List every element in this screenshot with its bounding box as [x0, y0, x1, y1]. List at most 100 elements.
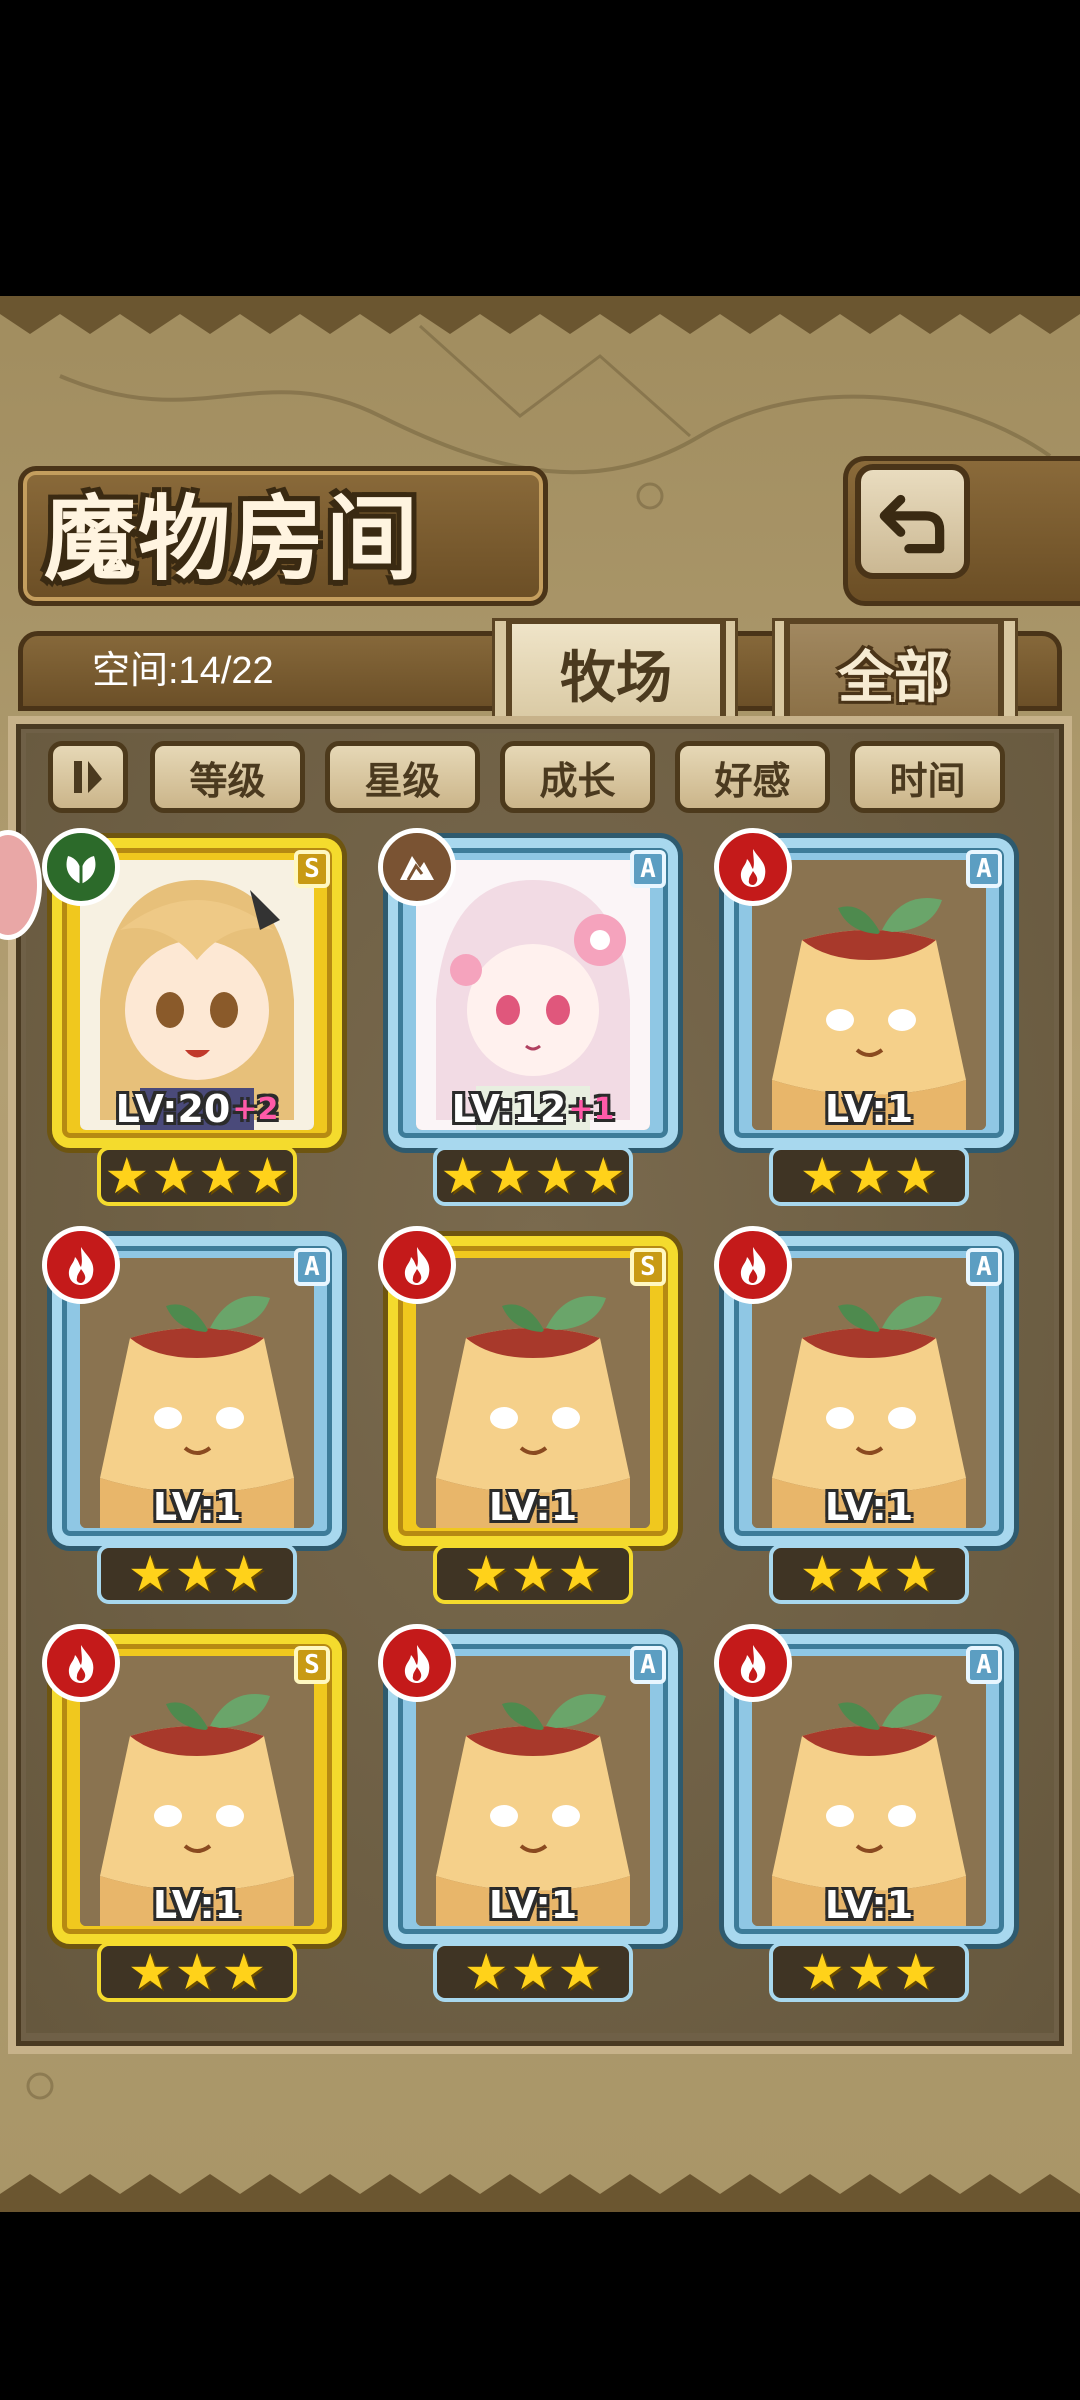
- monster-card[interactable]: A LV: 1 ★ ★ ★: [42, 1226, 352, 1606]
- monster-card[interactable]: S LV: 1 ★ ★ ★: [42, 1624, 352, 2004]
- monster-card[interactable]: A LV: 1 ★ ★ ★: [714, 828, 1024, 1208]
- star-icon: ★: [846, 1147, 892, 1205]
- level-value: 20: [177, 1087, 231, 1131]
- rock-element-icon: [378, 828, 456, 906]
- monster-card[interactable]: A LV: 12 +1 ★ ★ ★ ★: [378, 828, 688, 1208]
- rarity-badge: A: [630, 850, 666, 888]
- star-icon: ★: [221, 1943, 267, 2001]
- level-bonus: +2: [232, 1091, 279, 1127]
- level-value: 1: [550, 1883, 578, 1927]
- space-counter: 空间:14/22: [92, 650, 274, 692]
- star-icon: ★: [893, 1545, 939, 1603]
- level-value: 1: [886, 1485, 914, 1529]
- star-icon: ★: [463, 1943, 509, 2001]
- fire-element-icon: [714, 828, 792, 906]
- star-icon: ★: [104, 1147, 150, 1205]
- star-icon: ★: [127, 1943, 173, 2001]
- monster-card[interactable]: S LV: 1 ★ ★ ★: [378, 1226, 688, 1606]
- level-prefix: LV:: [115, 1087, 178, 1131]
- monster-card[interactable]: A LV: 1 ★ ★ ★: [714, 1624, 1024, 2004]
- star-icon: ★: [557, 1545, 603, 1603]
- sort-toggle-icon: [74, 761, 102, 793]
- rarity-badge: S: [630, 1248, 666, 1286]
- rarity-badge: S: [294, 1646, 330, 1684]
- level-label: LV: 1: [754, 1882, 984, 1928]
- star-icon: ★: [151, 1147, 196, 1205]
- star-icon: ★: [799, 1545, 845, 1603]
- level-prefix: LV:: [824, 1883, 887, 1927]
- star-icon: ★: [487, 1147, 532, 1205]
- level-prefix: LV:: [152, 1485, 215, 1529]
- sort-growth-button[interactable]: 成长: [500, 741, 655, 813]
- fire-element-icon: [378, 1624, 456, 1702]
- leaf-element-icon: [42, 828, 120, 906]
- star-icon: ★: [174, 1545, 220, 1603]
- level-label: LV: 1: [754, 1484, 984, 1530]
- fire-element-icon: [714, 1226, 792, 1304]
- star-icon: ★: [510, 1545, 556, 1603]
- fire-element-icon: [42, 1226, 120, 1304]
- zigzag-border-bottom: [0, 2174, 1080, 2212]
- sort-affection-button[interactable]: 好感: [675, 741, 830, 813]
- star-rating: ★ ★ ★ ★: [97, 1146, 297, 1206]
- star-icon: ★: [580, 1147, 626, 1205]
- level-value: 1: [886, 1087, 914, 1131]
- rarity-badge: A: [966, 850, 1002, 888]
- monster-card[interactable]: S LV: 20 +2 ★ ★ ★ ★: [42, 828, 352, 1208]
- monster-card[interactable]: A LV: 1 ★ ★ ★: [714, 1226, 1024, 1606]
- level-label: LV: 20 +2: [82, 1086, 312, 1132]
- tab-pasture[interactable]: 牧场: [506, 618, 726, 728]
- rarity-badge: A: [966, 1248, 1002, 1286]
- fire-element-icon: [42, 1624, 120, 1702]
- star-icon: ★: [534, 1147, 579, 1205]
- rarity-badge: A: [966, 1646, 1002, 1684]
- star-rating: ★ ★ ★: [433, 1544, 633, 1604]
- monster-card[interactable]: A LV: 1 ★ ★ ★: [378, 1624, 688, 2004]
- level-label: LV: 1: [754, 1086, 984, 1132]
- star-icon: ★: [174, 1943, 220, 2001]
- level-value: 1: [214, 1883, 242, 1927]
- rarity-badge: A: [630, 1646, 666, 1684]
- level-label: LV: 1: [418, 1882, 648, 1928]
- star-icon: ★: [440, 1147, 486, 1205]
- tab-all[interactable]: 全部: [784, 618, 1004, 728]
- star-icon: ★: [893, 1943, 939, 2001]
- level-label: LV: 1: [418, 1484, 648, 1530]
- star-rating: ★ ★ ★: [769, 1942, 969, 2002]
- level-value: 12: [513, 1087, 567, 1131]
- sort-time-button[interactable]: 时间: [850, 741, 1005, 813]
- sort-order-toggle[interactable]: [48, 741, 128, 813]
- level-prefix: LV:: [451, 1087, 514, 1131]
- level-prefix: LV:: [488, 1485, 551, 1529]
- star-icon: ★: [557, 1943, 603, 2001]
- sort-level-button[interactable]: 等级: [150, 741, 305, 813]
- sort-bar: 等级 星级 成长 好感 时间: [0, 741, 1080, 821]
- level-label: LV: 1: [82, 1484, 312, 1530]
- star-icon: ★: [127, 1545, 173, 1603]
- fire-element-icon: [378, 1226, 456, 1304]
- star-icon: ★: [198, 1147, 243, 1205]
- level-label: LV: 12 +1: [418, 1086, 648, 1132]
- level-prefix: LV:: [824, 1087, 887, 1131]
- back-button[interactable]: [855, 464, 970, 579]
- rarity-badge: A: [294, 1248, 330, 1286]
- zigzag-border-top: [0, 296, 1080, 334]
- star-icon: ★: [846, 1545, 892, 1603]
- star-rating: ★ ★ ★: [97, 1942, 297, 2002]
- sort-star-button[interactable]: 星级: [325, 741, 480, 813]
- star-icon: ★: [244, 1147, 290, 1205]
- page-title: 魔物房间: [44, 484, 421, 593]
- star-rating: ★ ★ ★: [97, 1544, 297, 1604]
- star-rating: ★ ★ ★: [433, 1942, 633, 2002]
- level-prefix: LV:: [152, 1883, 215, 1927]
- star-icon: ★: [221, 1545, 267, 1603]
- level-value: 1: [886, 1883, 914, 1927]
- star-rating: ★ ★ ★ ★: [433, 1146, 633, 1206]
- star-icon: ★: [799, 1147, 845, 1205]
- back-arrow-icon: [879, 494, 944, 553]
- star-rating: ★ ★ ★: [769, 1544, 969, 1604]
- level-prefix: LV:: [824, 1485, 887, 1529]
- star-icon: ★: [799, 1943, 845, 2001]
- star-icon: ★: [846, 1943, 892, 2001]
- star-rating: ★ ★ ★: [769, 1146, 969, 1206]
